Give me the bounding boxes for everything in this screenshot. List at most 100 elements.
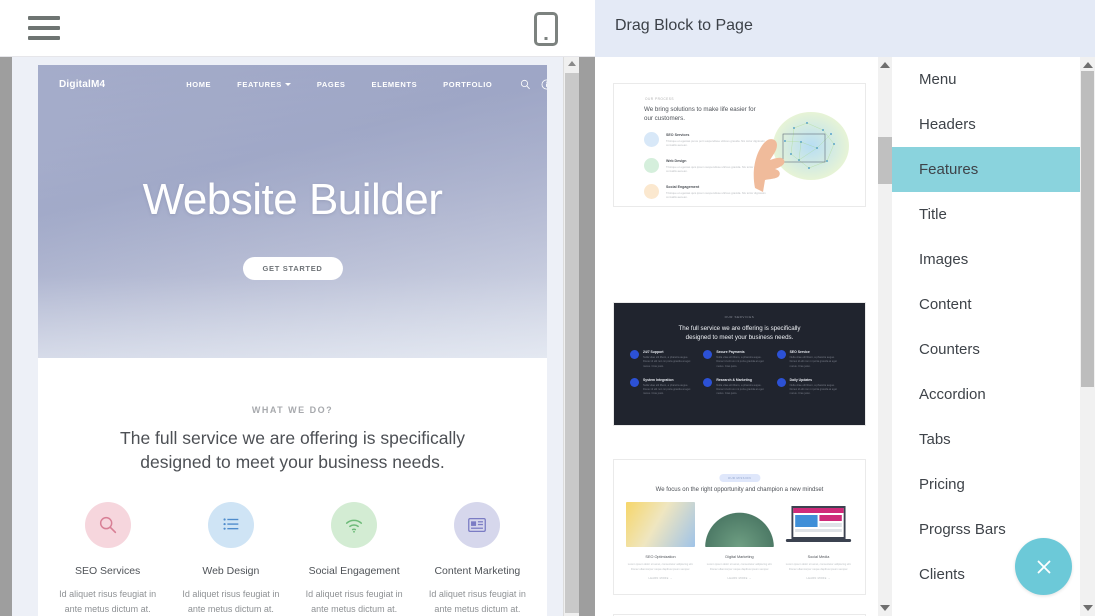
- shield-icon: [703, 350, 713, 359]
- shield-icon: [644, 132, 659, 147]
- card-body: Lorem ipsum dolor sit amet, consectetur …: [785, 563, 852, 571]
- site-logo[interactable]: DigitalM4: [59, 79, 105, 90]
- learn-more-link[interactable]: LEARN MORE →: [705, 577, 774, 580]
- learn-more-link[interactable]: LEARN MORE →: [784, 577, 853, 580]
- cell-body: Nulla vitae elit libero, a pharetra augu…: [789, 383, 837, 396]
- thumb-heading-line-2: designed to meet your business needs.: [685, 334, 794, 342]
- scrollbar-thumb[interactable]: [565, 73, 579, 613]
- scroll-up-arrow-icon[interactable]: [568, 61, 576, 66]
- editor-scrollbar[interactable]: [563, 57, 579, 616]
- scroll-down-arrow-icon[interactable]: [1082, 605, 1093, 611]
- scroll-down-arrow-icon[interactable]: [880, 605, 890, 611]
- editor-toolbar: [0, 0, 595, 57]
- feature-title: Web Design: [202, 565, 260, 578]
- blocks-scrollbar[interactable]: [878, 57, 892, 616]
- social-media-illustration: [784, 502, 853, 547]
- thumb-heading-line-1: The full service we are offering is spec…: [678, 325, 801, 332]
- category-item-menu[interactable]: Menu: [892, 57, 1080, 102]
- block-thumbnail-our-process[interactable]: OUR PROCESS We bring solutions to make l…: [614, 84, 865, 206]
- wifi-icon: [331, 502, 378, 549]
- mobile-device-icon[interactable]: [534, 12, 558, 46]
- cell-title: Research & Marketing: [716, 377, 752, 382]
- headset-icon: [630, 350, 639, 359]
- hero-section: DigitalM4 HOME FEATURES PAGES ELEMENTS P…: [38, 65, 547, 358]
- thumb-card: Social Media Lorem ipsum dolor sit amet,…: [784, 502, 853, 580]
- info-icon[interactable]: [541, 79, 547, 90]
- hamburger-line: [28, 36, 60, 40]
- learn-more-link[interactable]: LEARN MORE →: [626, 577, 695, 580]
- hamburger-icon[interactable]: [28, 16, 60, 40]
- canvas-left-gutter: [0, 57, 12, 616]
- thumb-service-cell: SEO Service Nulla vitae elit libero, a ph…: [776, 350, 850, 369]
- cell-title: 24/7 Support: [643, 350, 664, 354]
- block-thumbnail-new-mindset[interactable]: OUR MISSION We focus on the right opport…: [614, 460, 865, 594]
- cell-title: Daily Updates: [789, 377, 813, 382]
- category-item-headers[interactable]: Headers: [892, 102, 1080, 147]
- nav-link-elements[interactable]: ELEMENTS: [372, 80, 418, 89]
- scrollbar-thumb[interactable]: [878, 137, 892, 184]
- search-icon[interactable]: [520, 79, 531, 90]
- nav-link-home[interactable]: HOME: [186, 80, 211, 89]
- nav-link-pages[interactable]: PAGES: [317, 80, 346, 89]
- cell-body: Nulla vitae elit libero, a pharetra augu…: [643, 356, 691, 368]
- thumb-heading: We focus on the right opportunity and ch…: [655, 487, 824, 493]
- feature-title: Social Engagement: [308, 565, 400, 578]
- thumb-service-cell: System Integration Nulla vitae elit liber…: [630, 377, 703, 397]
- cell-body: Nulla vitae elit libero, a pharetra augu…: [716, 383, 764, 396]
- nav-link-features[interactable]: FEATURES: [237, 80, 291, 89]
- scroll-up-arrow-icon[interactable]: [1082, 62, 1093, 68]
- feature-card-content[interactable]: Content Marketing Id aliquet risus feugi…: [416, 502, 539, 616]
- hero-title: Website Builder: [142, 175, 443, 224]
- editor-canvas-area: DigitalM4 HOME FEATURES PAGES ELEMENTS P…: [0, 57, 595, 616]
- category-item-content[interactable]: Content: [892, 282, 1080, 327]
- category-item-accordion[interactable]: Accordion: [892, 372, 1080, 417]
- feature-cards-row: SEO Services Id aliquet risus feugiat in…: [38, 502, 547, 616]
- card-body: Lorem ipsum dolor sit amet, consectetur …: [627, 563, 694, 571]
- site-nav-icons: [520, 79, 547, 90]
- card-title: Digital Marketing: [725, 555, 754, 559]
- feature-title: SEO Services: [74, 565, 141, 578]
- feature-card-social[interactable]: Social Engagement Id aliquet risus feugi…: [293, 502, 416, 616]
- cell-body: Nulla vitae elit libero, a pharetra augu…: [716, 356, 764, 368]
- card-body: Lorem ipsum dolor sit amet, consectetur …: [706, 563, 773, 571]
- category-item-pricing[interactable]: Pricing: [892, 462, 1080, 507]
- digital-marketing-illustration: [705, 502, 774, 547]
- hamburger-line: [28, 16, 60, 20]
- thumb-service-grid: 24/7 Support Nulla vitae elit libero, a p…: [630, 350, 850, 406]
- scrollbar-thumb[interactable]: [1081, 71, 1094, 387]
- category-item-images[interactable]: Images: [892, 237, 1080, 282]
- feature-card-seo[interactable]: SEO Services Id aliquet risus feugiat in…: [46, 502, 169, 616]
- feature-desc: Id aliquet risus feugiat in ante metus d…: [182, 589, 280, 615]
- cell-title: SEO Service: [789, 350, 810, 354]
- nav-link-portfolio[interactable]: PORTFOLIO: [443, 80, 492, 89]
- site-navbar: DigitalM4 HOME FEATURES PAGES ELEMENTS P…: [38, 65, 547, 103]
- editor-right-edge: [579, 57, 595, 616]
- page-title: Drag Block to Page: [615, 17, 753, 34]
- block-thumbnail-our-services-dark[interactable]: OUR SERVICES The full service we are off…: [614, 303, 865, 425]
- block-browser-header: Drag Block to Page: [595, 0, 1095, 57]
- cell-body: Nulla vitae elit libero, a pharetra augu…: [789, 356, 837, 368]
- page-preview[interactable]: DigitalM4 HOME FEATURES PAGES ELEMENTS P…: [38, 65, 547, 616]
- thumb-card: SEO Optimization Lorem ipsum dolor sit a…: [626, 502, 695, 580]
- category-item-counters[interactable]: Counters: [892, 327, 1080, 372]
- thumb-service-cell: Secure Payments Nulla vitae elit libero, …: [703, 350, 776, 369]
- thumb-item-body: Tristique et egestas quis ipsum suspendi…: [666, 191, 766, 200]
- category-item-features[interactable]: Features: [892, 147, 1080, 192]
- feature-desc: Id aliquet risus feugiat in ante metus d…: [428, 589, 526, 615]
- category-scrollbar[interactable]: [1080, 57, 1095, 616]
- feature-desc: Id aliquet risus feugiat in ante metus d…: [59, 589, 157, 615]
- seo-illustration: [626, 502, 695, 547]
- hand-holding-network-illustration: [739, 106, 857, 192]
- feature-card-webdesign[interactable]: Web Design Id aliquet risus feugiat in a…: [169, 502, 292, 616]
- feature-title: Content Marketing: [434, 565, 521, 578]
- cell-title: System Integration: [643, 377, 674, 382]
- get-started-button[interactable]: GET STARTED: [242, 257, 343, 280]
- close-panel-button[interactable]: [1015, 538, 1072, 595]
- category-item-tabs[interactable]: Tabs: [892, 417, 1080, 462]
- cell-body: Nulla vitae elit libero, a pharetra augu…: [643, 383, 691, 396]
- category-item-title[interactable]: Title: [892, 192, 1080, 237]
- section-heading: The full service we are offering is spec…: [38, 427, 547, 474]
- thumb-card: Digital Marketing Lorem ipsum dolor sit …: [705, 502, 774, 580]
- thumb-service-cell: Daily Updates Nulla vitae elit libero, a …: [776, 377, 850, 397]
- scroll-up-arrow-icon[interactable]: [880, 62, 890, 68]
